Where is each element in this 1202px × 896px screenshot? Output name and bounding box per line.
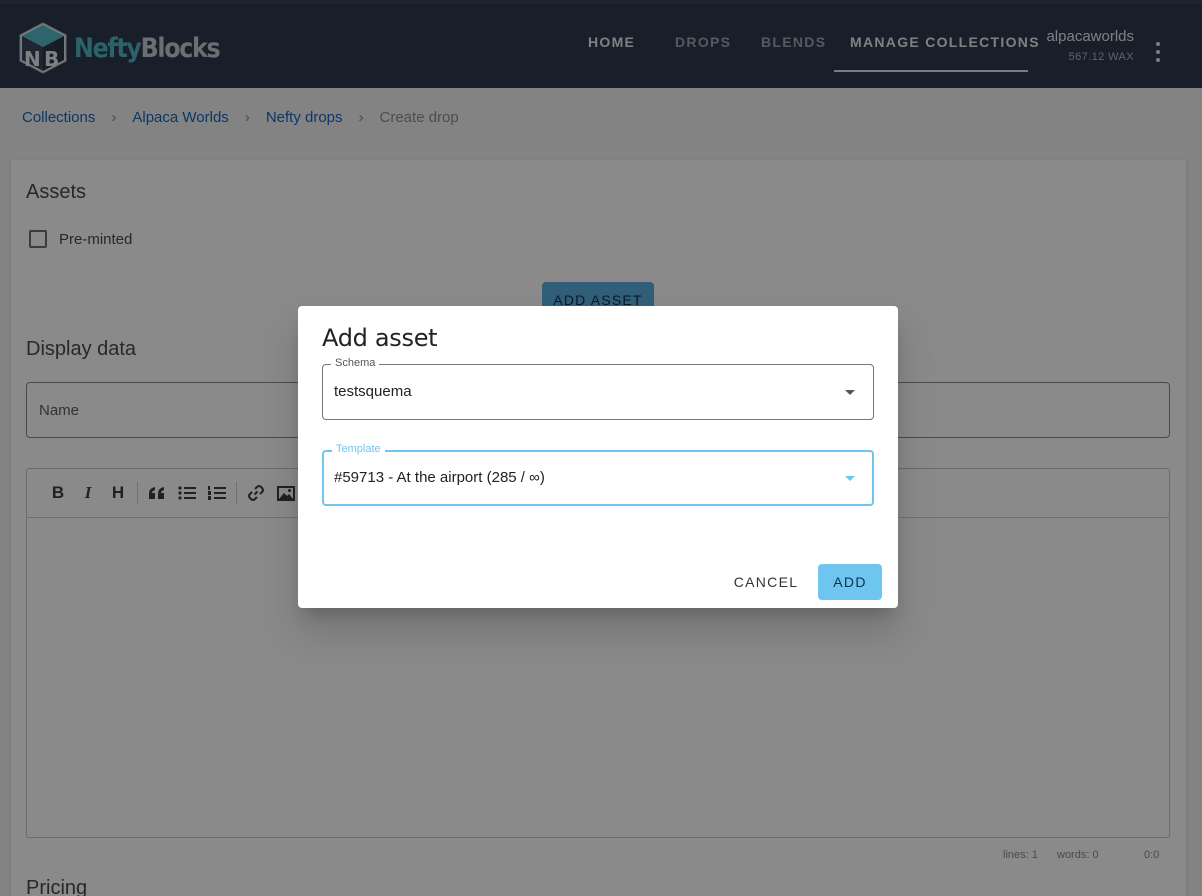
- dropdown-arrow-icon[interactable]: [845, 476, 855, 481]
- dialog-title: Add asset: [322, 324, 438, 352]
- template-value: #59713 - At the airport (285 / ∞): [334, 469, 545, 486]
- cancel-button[interactable]: CANCEL: [726, 564, 806, 600]
- add-button[interactable]: ADD: [818, 564, 882, 600]
- template-select[interactable]: Template #59713 - At the airport (285 / …: [322, 443, 874, 506]
- add-asset-dialog: Add asset Schema testsquema Template #59…: [298, 306, 898, 608]
- schema-select[interactable]: Schema testsquema: [322, 357, 874, 420]
- schema-value: testsquema: [334, 383, 412, 400]
- schema-label: Schema: [331, 357, 380, 369]
- template-label: Template: [332, 443, 385, 455]
- dropdown-arrow-icon[interactable]: [845, 390, 855, 395]
